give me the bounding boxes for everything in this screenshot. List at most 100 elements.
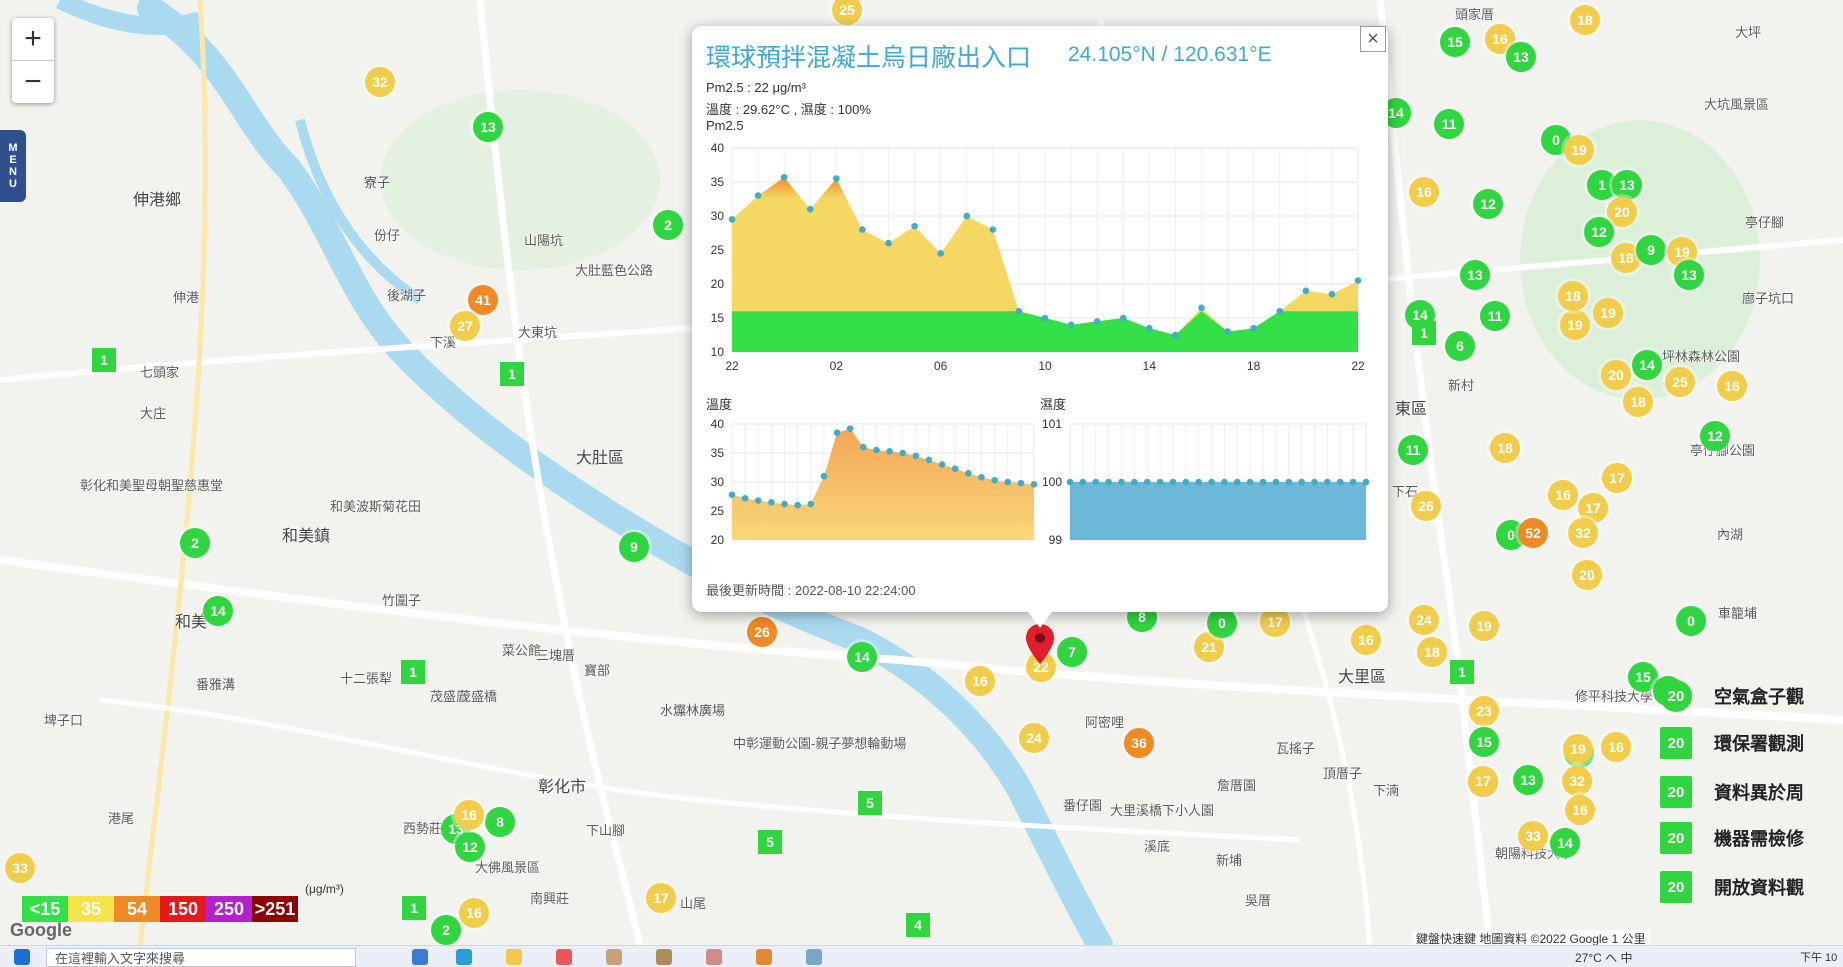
station-marker[interactable]: 18 — [1570, 5, 1600, 35]
station-marker[interactable]: 9 — [1636, 235, 1666, 265]
app-icon[interactable] — [756, 949, 772, 965]
station-marker[interactable]: 24 — [1019, 723, 1049, 753]
station-marker[interactable]: 1 — [92, 348, 116, 372]
station-marker[interactable]: 33 — [5, 853, 35, 883]
station-marker[interactable]: 13 — [1460, 260, 1490, 290]
station-marker[interactable]: 15 — [1469, 727, 1499, 757]
station-marker[interactable]: 13 — [1513, 765, 1543, 795]
station-marker[interactable]: 1 — [401, 660, 425, 684]
station-marker[interactable]: 0 — [1207, 608, 1237, 638]
station-marker[interactable]: 2 — [653, 210, 683, 240]
station-marker[interactable]: 5 — [858, 791, 882, 815]
station-marker[interactable]: 26 — [747, 617, 777, 647]
station-marker[interactable]: 6 — [1445, 331, 1475, 361]
station-marker[interactable]: 13 — [473, 112, 503, 142]
station-marker[interactable]: 19 — [1563, 734, 1593, 764]
station-marker[interactable]: 23 — [1469, 696, 1499, 726]
last-updated: 最後更新時間 : 2022-08-10 22:24:00 — [706, 583, 916, 598]
station-marker[interactable]: 52 — [1518, 518, 1548, 548]
station-marker[interactable]: 20 — [1572, 560, 1602, 590]
station-marker[interactable]: 16 — [1717, 371, 1747, 401]
station-marker[interactable]: 18 — [1558, 281, 1588, 311]
station-marker[interactable]: 16 — [1548, 480, 1578, 510]
station-marker[interactable]: 19 — [1564, 135, 1594, 165]
station-marker[interactable]: 17 — [1602, 463, 1632, 493]
taskbar-search-input[interactable]: 在這裡輸入文字來搜尋 — [46, 948, 356, 967]
station-marker[interactable]: 19 — [1560, 310, 1590, 340]
station-marker[interactable]: 16 — [965, 666, 995, 696]
system-tray-status[interactable]: 27°C へ 中 — [1575, 949, 1632, 966]
location-pin-icon[interactable] — [1026, 624, 1054, 664]
station-marker[interactable]: 25 — [1665, 367, 1695, 397]
station-marker[interactable]: 16 — [459, 898, 489, 928]
menu-tab[interactable]: M E N U — [0, 130, 26, 202]
station-marker[interactable]: 27 — [450, 311, 480, 341]
station-marker[interactable]: 15 — [1440, 27, 1470, 57]
station-marker[interactable]: 16 — [1565, 795, 1595, 825]
station-marker[interactable]: 1 — [1450, 660, 1474, 684]
station-marker[interactable]: 14 — [847, 642, 877, 672]
station-marker[interactable]: 14 — [1550, 828, 1580, 858]
station-marker[interactable]: 11 — [1480, 301, 1510, 331]
station-marker[interactable]: 9 — [619, 532, 649, 562]
station-marker[interactable]: 33 — [1518, 821, 1548, 851]
station-marker[interactable]: 1 — [1412, 321, 1436, 345]
place-label: 廍子坑口 — [1742, 291, 1795, 306]
station-marker[interactable]: 13 — [1674, 260, 1704, 290]
chrome-icon[interactable] — [556, 949, 572, 965]
app-icon[interactable] — [606, 949, 622, 965]
station-marker[interactable]: 14 — [203, 596, 233, 626]
station-marker[interactable]: 17 — [1468, 766, 1498, 796]
station-marker[interactable]: 32 — [1562, 766, 1592, 796]
station-marker[interactable]: 32 — [365, 67, 395, 97]
station-marker[interactable]: 1 — [500, 362, 524, 386]
station-marker[interactable]: 17 — [646, 883, 676, 913]
station-marker[interactable]: 13 — [1612, 170, 1642, 200]
station-marker[interactable]: 20 — [1607, 197, 1637, 227]
station-marker[interactable]: 0 — [1676, 606, 1706, 636]
station-marker[interactable]: 18 — [1490, 433, 1520, 463]
x-tick-label: 14 — [1143, 359, 1157, 373]
station-marker[interactable]: 1 — [402, 896, 426, 920]
zoom-in-button[interactable]: + — [12, 18, 54, 60]
station-marker[interactable]: 16 — [1601, 732, 1631, 762]
station-marker[interactable]: 2 — [431, 915, 461, 945]
station-marker[interactable]: 4 — [906, 913, 930, 937]
station-marker[interactable]: 2 — [180, 528, 210, 558]
station-marker[interactable]: 7 — [1057, 637, 1087, 667]
station-marker[interactable]: 18 — [1623, 387, 1653, 417]
app-icon[interactable] — [806, 949, 822, 965]
station-marker[interactable]: 36 — [1124, 728, 1154, 758]
station-marker[interactable]: 14 — [1632, 350, 1662, 380]
app-icon[interactable] — [656, 949, 672, 965]
station-marker[interactable]: 20 — [1601, 360, 1631, 390]
station-marker[interactable]: 12 — [1473, 189, 1503, 219]
app-icon[interactable] — [706, 949, 722, 965]
station-marker[interactable]: 16 — [1409, 177, 1439, 207]
station-marker[interactable]: 11 — [1398, 435, 1428, 465]
data-point — [991, 476, 998, 484]
station-marker[interactable]: 41 — [468, 285, 498, 315]
file-explorer-icon[interactable] — [506, 949, 522, 965]
station-marker[interactable]: 19 — [1593, 298, 1623, 328]
zoom-out-button[interactable]: − — [12, 60, 54, 103]
station-marker[interactable]: 12 — [455, 832, 485, 862]
taskbar-clock[interactable]: 下午 10 — [1800, 949, 1837, 965]
station-marker[interactable]: 26 — [1411, 491, 1441, 521]
station-marker[interactable]: 32 — [1568, 518, 1598, 548]
station-marker[interactable]: 18 — [1417, 637, 1447, 667]
station-marker[interactable]: 5 — [758, 830, 782, 854]
station-marker[interactable]: 11 — [1434, 109, 1464, 139]
task-view-icon[interactable] — [412, 949, 428, 965]
station-marker[interactable]: 19 — [1469, 611, 1499, 641]
station-marker[interactable]: 8 — [485, 807, 515, 837]
station-marker[interactable]: 12 — [1700, 421, 1730, 451]
station-marker[interactable]: 12 — [1584, 217, 1614, 247]
edge-browser-icon[interactable] — [456, 949, 472, 965]
station-marker[interactable]: 24 — [1409, 605, 1439, 635]
data-point — [912, 452, 920, 460]
windows-start-icon[interactable] — [14, 949, 30, 965]
station-marker[interactable]: 16 — [1351, 625, 1381, 655]
station-marker[interactable]: 13 — [1506, 42, 1536, 72]
station-marker[interactable]: 16 — [454, 800, 484, 830]
